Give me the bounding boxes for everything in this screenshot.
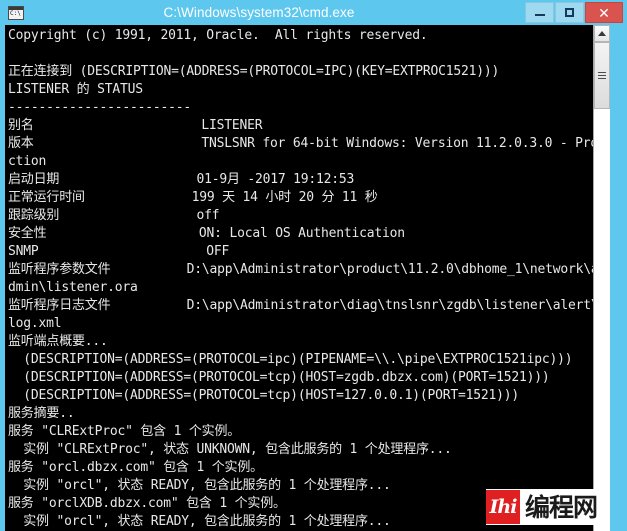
console-line: 监听程序参数文件 D:\app\Administrator\product\11… bbox=[8, 262, 599, 277]
close-icon: ✕ bbox=[598, 4, 610, 21]
console-line: 别名 LISTENER bbox=[8, 118, 263, 133]
scroll-up-arrow-icon bbox=[598, 31, 606, 36]
watermark-text: 编程网 bbox=[524, 492, 598, 522]
console-line: 监听端点概要... bbox=[8, 334, 108, 349]
window-controls: ✕ bbox=[524, 2, 623, 23]
console-line: log.xml bbox=[8, 316, 62, 331]
console-scrollbar[interactable] bbox=[593, 25, 610, 531]
console-text: Copyright (c) 1991, 2011, Oracle. All ri… bbox=[5, 25, 605, 531]
console-line: 安全性 ON: Local OS Authentication bbox=[8, 226, 405, 241]
cmd-window: C:\Windows\system32\cmd.exe ✕ Copyright … bbox=[0, 0, 627, 531]
console-line: dmin\listener.ora bbox=[8, 280, 138, 295]
console-line: 版本 TNSLSNR for 64-bit Windows: Version 1… bbox=[8, 136, 605, 151]
console-output-area[interactable]: Copyright (c) 1991, 2011, Oracle. All ri… bbox=[5, 25, 610, 531]
cmd-console-icon bbox=[8, 5, 24, 20]
scrollbar-thumb[interactable] bbox=[594, 42, 610, 109]
console-line: (DESCRIPTION=(ADDRESS=(PROTOCOL=ipc)(PIP… bbox=[8, 352, 573, 367]
console-line: 实例 "CLRExtProc", 状态 UNKNOWN, 包含此服务的 1 个处… bbox=[8, 442, 452, 457]
minimize-icon bbox=[534, 14, 545, 16]
console-line: LISTENER 的 STATUS bbox=[8, 82, 143, 97]
console-line: (DESCRIPTION=(ADDRESS=(PROTOCOL=tcp)(HOS… bbox=[8, 370, 550, 385]
minimize-button[interactable] bbox=[525, 2, 554, 23]
console-line: SNMP OFF bbox=[8, 244, 230, 259]
maximize-button[interactable] bbox=[555, 2, 584, 23]
console-line: 跟踪级别 off bbox=[8, 208, 220, 223]
console-line: 启动日期 01-9月 -2017 19:12:53 bbox=[8, 172, 355, 187]
console-line: 服务 "orcl.dbzx.com" 包含 1 个实例。 bbox=[8, 460, 263, 475]
window-title: C:\Windows\system32\cmd.exe bbox=[163, 5, 355, 20]
console-line: Copyright (c) 1991, 2011, Oracle. All ri… bbox=[8, 28, 428, 43]
thumb-grip-line bbox=[598, 72, 606, 73]
console-frame: Copyright (c) 1991, 2011, Oracle. All ri… bbox=[0, 25, 627, 531]
console-line: 正在连接到 (DESCRIPTION=(ADDRESS=(PROTOCOL=IP… bbox=[8, 64, 500, 79]
scrollbar-track[interactable] bbox=[594, 42, 610, 531]
console-line: ------------------------ bbox=[8, 100, 192, 115]
thumb-grip-line bbox=[598, 78, 606, 79]
console-line: 正常运行时间 199 天 14 小时 20 分 11 秒 bbox=[8, 190, 378, 205]
scroll-up-button[interactable] bbox=[594, 25, 610, 42]
watermark-logo-icon: Ihi bbox=[485, 490, 520, 524]
watermark: Ihi 编程网 bbox=[485, 489, 604, 525]
console-line: 服务 "CLRExtProc" 包含 1 个实例。 bbox=[8, 424, 241, 439]
console-line: (DESCRIPTION=(ADDRESS=(PROTOCOL=tcp)(HOS… bbox=[8, 388, 519, 403]
console-line: ction bbox=[8, 154, 47, 169]
maximize-icon bbox=[565, 8, 574, 17]
thumb-grip-line bbox=[598, 75, 606, 76]
console-line: 监听程序日志文件 D:\app\Administrator\diag\tnsls… bbox=[8, 298, 599, 313]
console-line: 服务摘要.. bbox=[8, 406, 75, 421]
title-bar[interactable]: C:\Windows\system32\cmd.exe ✕ bbox=[0, 0, 627, 25]
close-button[interactable]: ✕ bbox=[585, 2, 623, 23]
